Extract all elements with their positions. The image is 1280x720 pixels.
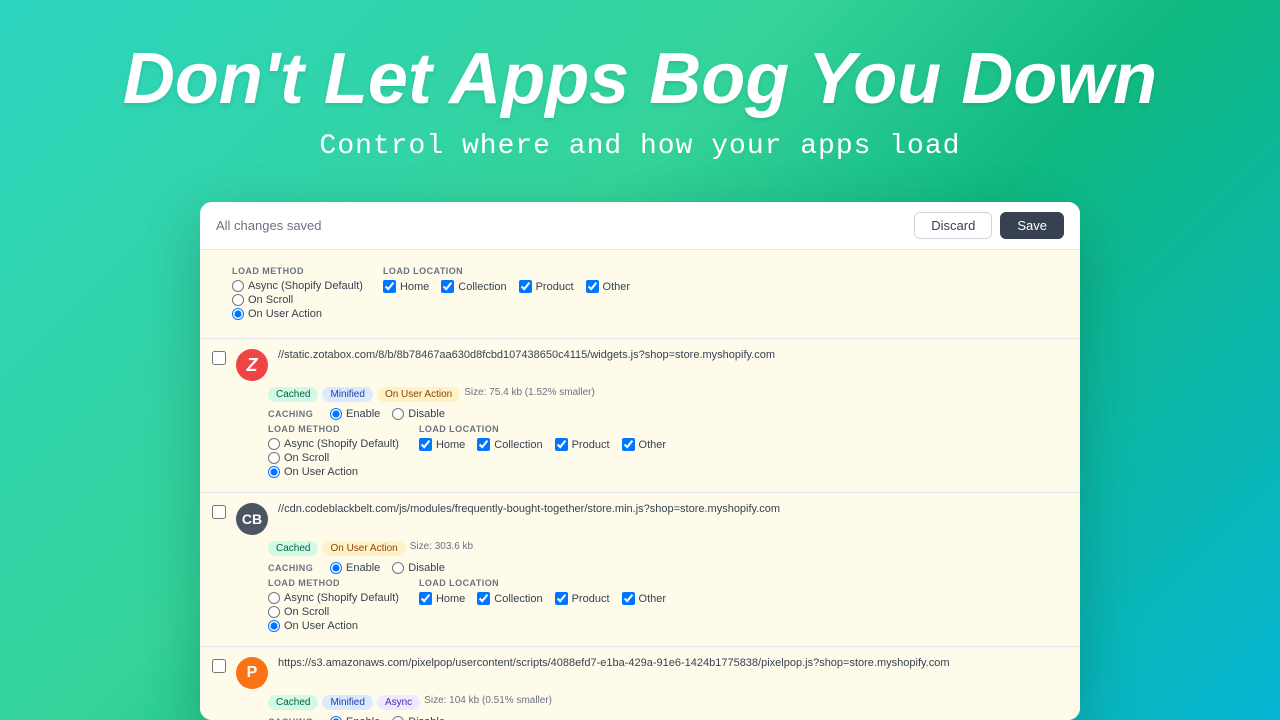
load-method-block: LOAD METHOD Async (Shopify Default) On S… <box>268 424 399 478</box>
load-method-block: LOAD METHOD Async (Shopify Default) On S… <box>232 266 363 320</box>
home-option[interactable]: Home <box>419 592 465 605</box>
load-method-options: Async (Shopify Default) On Scroll On Use… <box>232 280 363 320</box>
minified-badge: Minified <box>322 387 372 402</box>
pixelpop-row: P https://s3.amazonaws.com/pixelpop/user… <box>200 647 1080 720</box>
zotabox-url: //static.zotabox.com/8/b/8b78467aa630d8f… <box>278 349 1068 361</box>
load-location-block: LOAD LOCATION Home Collection Product Ot… <box>383 266 630 320</box>
product-option[interactable]: Product <box>519 280 574 293</box>
zotabox-checkbox[interactable] <box>212 351 226 365</box>
codeblackbelt-row: CB //cdn.codeblackbelt.com/js/modules/fr… <box>200 493 1080 647</box>
onuseraction-badge: On User Action <box>377 387 460 402</box>
load-method-label: LOAD METHOD <box>232 266 363 276</box>
discard-button[interactable]: Discard <box>914 212 992 239</box>
zotabox-url-row: Z //static.zotabox.com/8/b/8b78467aa630d… <box>212 349 1068 381</box>
zotabox-settings: LOAD METHOD Async (Shopify Default) On S… <box>268 424 1068 478</box>
zotabox-badges: Cached Minified On User Action Size: 75.… <box>268 387 1068 402</box>
load-location-block: LOAD LOCATION Home Collection Product Ot… <box>419 578 666 632</box>
load-location-options: Home Collection Product Other <box>419 592 666 605</box>
hero-section: Don't Let Apps Bog You Down Control wher… <box>0 0 1280 182</box>
product-option[interactable]: Product <box>555 592 610 605</box>
panel-header: All changes saved Discard Save <box>200 202 1080 250</box>
pixelpop-icon: P <box>236 657 268 689</box>
onscroll-option[interactable]: On Scroll <box>232 294 363 306</box>
cached-badge: Cached <box>268 387 318 402</box>
codeblackbelt-icon: CB <box>236 503 268 535</box>
header-buttons: Discard Save <box>914 212 1064 239</box>
load-location-block: LOAD LOCATION Home Collection Product Ot… <box>419 424 666 478</box>
minified-badge: Minified <box>322 695 372 710</box>
caching-label: CACHING <box>268 563 318 573</box>
size-text: Size: 104 kb (0.51% smaller) <box>424 695 552 710</box>
disable-option[interactable]: Disable <box>392 562 445 574</box>
cached-badge: Cached <box>268 695 318 710</box>
onuseraction-option[interactable]: On User Action <box>268 466 399 478</box>
cached-badge: Cached <box>268 541 318 556</box>
zotabox-row: Z //static.zotabox.com/8/b/8b78467aa630d… <box>200 339 1080 493</box>
hero-subtitle: Control where and how your apps load <box>20 131 1260 162</box>
async-option[interactable]: Async (Shopify Default) <box>268 592 399 604</box>
top-settings: LOAD METHOD Async (Shopify Default) On S… <box>232 260 1068 328</box>
load-location-label: LOAD LOCATION <box>419 424 666 434</box>
save-button[interactable]: Save <box>1000 212 1064 239</box>
collection-option[interactable]: Collection <box>477 438 542 451</box>
codeblackbelt-url: //cdn.codeblackbelt.com/js/modules/frequ… <box>278 503 1068 515</box>
load-method-label: LOAD METHOD <box>268 424 399 434</box>
codeblackbelt-url-row: CB //cdn.codeblackbelt.com/js/modules/fr… <box>212 503 1068 535</box>
pixelpop-url: https://s3.amazonaws.com/pixelpop/userco… <box>278 657 1068 669</box>
load-method-block: LOAD METHOD Async (Shopify Default) On S… <box>268 578 399 632</box>
onuseraction-option[interactable]: On User Action <box>232 308 363 320</box>
pixelpop-url-row: P https://s3.amazonaws.com/pixelpop/user… <box>212 657 1068 689</box>
enable-option[interactable]: Enable <box>330 716 380 720</box>
other-option[interactable]: Other <box>622 438 667 451</box>
partial-top-row: LOAD METHOD Async (Shopify Default) On S… <box>200 250 1080 339</box>
other-option[interactable]: Other <box>586 280 631 293</box>
save-status: All changes saved <box>216 218 322 233</box>
load-location-label: LOAD LOCATION <box>383 266 630 276</box>
load-method-options: Async (Shopify Default) On Scroll On Use… <box>268 438 399 478</box>
disable-option[interactable]: Disable <box>392 408 445 420</box>
size-text: Size: 303.6 kb <box>410 541 473 556</box>
pixelpop-badges: Cached Minified Async Size: 104 kb (0.51… <box>268 695 1068 710</box>
home-option[interactable]: Home <box>383 280 429 293</box>
async-option[interactable]: Async (Shopify Default) <box>268 438 399 450</box>
onuseraction-option[interactable]: On User Action <box>268 620 399 632</box>
onscroll-option[interactable]: On Scroll <box>268 452 399 464</box>
collection-option[interactable]: Collection <box>441 280 506 293</box>
onscroll-option[interactable]: On Scroll <box>268 606 399 618</box>
zotabox-icon: Z <box>236 349 268 381</box>
load-location-options: Home Collection Product Other <box>419 438 666 451</box>
async-option[interactable]: Async (Shopify Default) <box>232 280 363 292</box>
codeblackbelt-checkbox[interactable] <box>212 505 226 519</box>
codeblackbelt-settings: LOAD METHOD Async (Shopify Default) On S… <box>268 578 1068 632</box>
panel-content: LOAD METHOD Async (Shopify Default) On S… <box>200 250 1080 720</box>
load-method-options: Async (Shopify Default) On Scroll On Use… <box>268 592 399 632</box>
load-location-options: Home Collection Product Other <box>383 280 630 293</box>
zotabox-caching: CACHING Enable Disable <box>268 408 1068 420</box>
codeblackbelt-caching: CACHING Enable Disable <box>268 562 1068 574</box>
product-option[interactable]: Product <box>555 438 610 451</box>
home-option[interactable]: Home <box>419 438 465 451</box>
load-method-label: LOAD METHOD <box>268 578 399 588</box>
collection-option[interactable]: Collection <box>477 592 542 605</box>
onuseraction-badge: On User Action <box>322 541 405 556</box>
pixelpop-caching: CACHING Enable Disable <box>268 716 1068 720</box>
svg-text:CB: CB <box>242 511 262 527</box>
codeblackbelt-badges: Cached On User Action Size: 303.6 kb <box>268 541 1068 556</box>
enable-option[interactable]: Enable <box>330 562 380 574</box>
size-text: Size: 75.4 kb (1.52% smaller) <box>464 387 595 402</box>
main-panel: All changes saved Discard Save LOAD METH… <box>200 202 1080 720</box>
load-location-label: LOAD LOCATION <box>419 578 666 588</box>
caching-label: CACHING <box>268 409 318 419</box>
enable-option[interactable]: Enable <box>330 408 380 420</box>
hero-title: Don't Let Apps Bog You Down <box>20 40 1260 119</box>
pixelpop-checkbox[interactable] <box>212 659 226 673</box>
disable-option[interactable]: Disable <box>392 716 445 720</box>
async-badge: Async <box>377 695 420 710</box>
other-option[interactable]: Other <box>622 592 667 605</box>
